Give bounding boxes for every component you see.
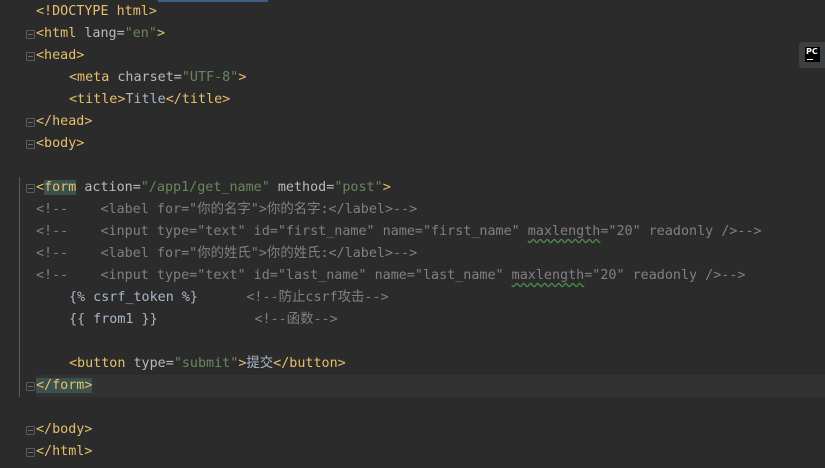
editor-gutter [0,0,36,468]
fold-html-end-icon[interactable] [26,448,35,457]
comment: <!-- <label for="你的名字">你的名字:</label>--> [36,202,418,217]
code-line[interactable] [36,397,825,419]
comment: <!-- <input type="text" id="first_name" … [36,224,528,239]
tag: <head> [36,48,85,63]
comment: ="20" readonly />--> [600,224,762,239]
attr: action= [76,180,141,195]
attr: method= [269,180,335,195]
code-line[interactable]: <!-- <label for="你的姓氏">你的姓氏:</label>--> [36,243,825,265]
comment: <!--防止csrf攻击--> [246,290,389,305]
attr-value: "/app1/get_name" [140,180,270,195]
tag: > [238,70,247,85]
fold-body-end-icon[interactable] [26,426,35,435]
spelling-warning: maxlength [527,224,601,239]
code-editor[interactable]: <!DOCTYPE html> <html lang="en"> <head> … [0,0,825,468]
comment: <!-- <input type="text" id="last_name" n… [36,268,512,283]
code-line[interactable]: </form> [36,375,825,397]
code-line[interactable]: </body> [36,419,825,441]
code-line[interactable]: {{ from1 }} <!--函数--> [36,309,825,331]
code-line[interactable]: <head> [36,45,825,67]
text: Title [125,92,166,107]
doctype: <!DOCTYPE html> [36,4,157,19]
code-line[interactable]: <!-- <input type="text" id="first_name" … [36,221,825,243]
tag: > [382,180,391,195]
fold-body-icon[interactable] [26,140,35,149]
code-line[interactable]: </html> [36,441,825,463]
code-line[interactable]: <!DOCTYPE html> [36,1,825,23]
fold-head-icon[interactable] [26,52,35,61]
spelling-warning: maxlength [511,268,585,283]
text: 提交 [246,356,274,371]
matched-tag: </form> [36,378,93,393]
fold-head-end-icon[interactable] [26,118,35,127]
code-line[interactable]: <button type="submit">提交</button> [36,353,825,375]
code-area[interactable]: <!DOCTYPE html> <html lang="en"> <head> … [36,1,825,463]
tag: </body> [36,422,93,437]
attr: type= [125,356,174,371]
attr-value: "post" [334,180,383,195]
tag: </title> [165,92,231,107]
tag: > [156,26,165,41]
tag: </html> [36,444,93,459]
code-line[interactable]: <title>Title</title> [36,89,825,111]
tag: < [36,180,45,195]
tag: <button [69,356,126,371]
tag: <title> [69,92,126,107]
code-line[interactable]: </head> [36,111,825,133]
attr-value: "submit" [173,356,239,371]
comment: <!-- <label for="你的姓氏">你的姓氏:</label>--> [36,246,418,261]
code-line[interactable]: <html lang="en"> [36,23,825,45]
code-line[interactable] [36,331,825,353]
tag: </button> [273,356,346,371]
code-line[interactable]: <meta charset="UTF-8"> [36,67,825,89]
code-line[interactable]: <body> [36,133,825,155]
code-line[interactable]: <!-- <input type="text" id="last_name" n… [36,265,825,287]
attr-value: "en" [124,26,157,41]
comment: <!--函数--> [254,312,338,327]
tag: </head> [36,114,93,129]
tag: <body> [36,136,85,151]
template-tag: {% csrf_token %} [69,290,198,305]
comment: ="20" readonly />--> [584,268,746,283]
fold-form-end-icon[interactable] [26,382,35,391]
fold-form-icon[interactable] [26,184,35,193]
attr-value: "UTF-8" [181,70,239,85]
change-marker [19,177,20,397]
attr: charset= [109,70,182,85]
attr: lang= [76,26,125,41]
code-line[interactable]: <form action="/app1/get_name" method="po… [36,177,825,199]
code-line[interactable] [36,155,825,177]
fold-html-icon[interactable] [26,30,35,39]
matched-tag: form [44,180,77,195]
pycharm-icon[interactable]: PC [805,47,820,62]
code-line[interactable]: {% csrf_token %} <!--防止csrf攻击--> [36,287,825,309]
template-variable: {{ from1 }} [69,312,158,327]
code-line[interactable]: <!-- <label for="你的名字">你的名字:</label>--> [36,199,825,221]
tag: <meta [69,70,110,85]
tag: <html [36,26,77,41]
